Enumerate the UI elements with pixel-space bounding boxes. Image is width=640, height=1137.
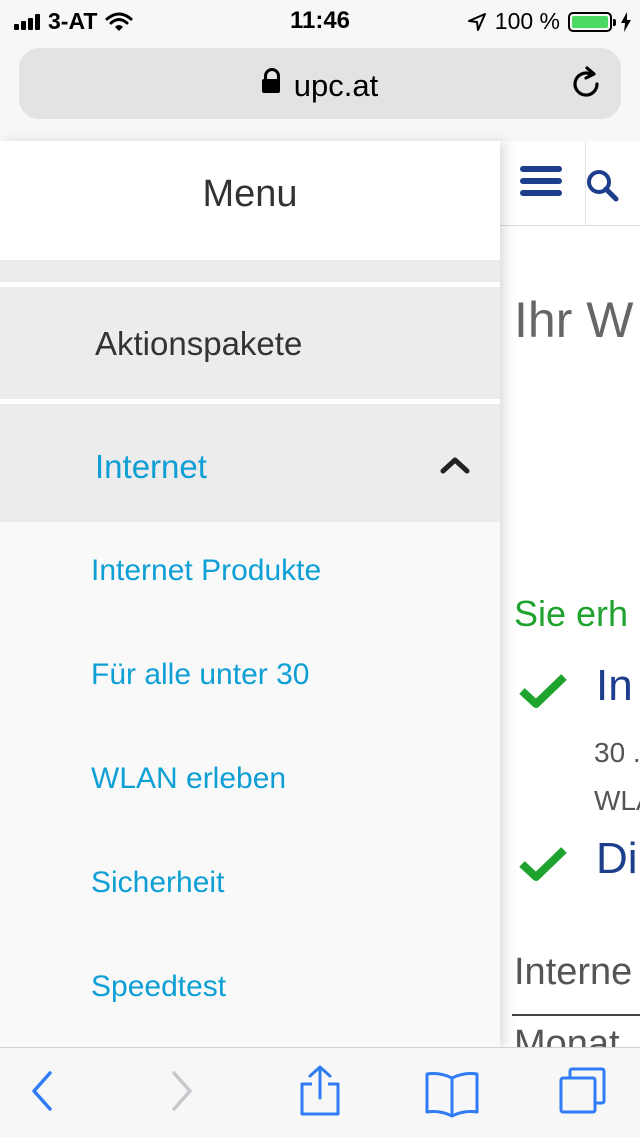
submenu-item-internet-produkte[interactable]: Internet Produkte [91, 554, 321, 588]
submenu-item-speedtest[interactable]: Speedtest [91, 970, 226, 1004]
submenu-item-wlan-erleben[interactable]: WLAN erleben [91, 762, 286, 796]
submenu-item-sicherheit[interactable]: Sicherheit [91, 866, 224, 900]
search-icon[interactable] [586, 169, 620, 203]
feature-title-2: Di [596, 834, 638, 883]
menu-item-label: Aktionspakete [95, 325, 303, 362]
page-title: Ihr W [514, 292, 634, 348]
page-content: Ihr W Sie erh In 30 . WLA Di Interne Mon… [500, 141, 640, 1047]
status-bar: 3-AT 11:46 100 % [0, 0, 640, 40]
location-arrow-icon [467, 12, 486, 31]
bookmarks-icon[interactable] [424, 1070, 480, 1118]
feature-1-line-1: 30 . [594, 737, 640, 768]
browser-address-area: upc.at [0, 40, 640, 142]
tabs-icon[interactable] [558, 1066, 608, 1116]
reload-icon[interactable] [568, 66, 604, 102]
battery-icon [568, 11, 616, 32]
url-label: upc.at [293, 68, 379, 103]
hamburger-menu-icon[interactable] [520, 166, 562, 200]
side-menu: Menu Aktionspakete Internet Internet Pro… [0, 141, 500, 1047]
menu-title: Menu [202, 173, 298, 215]
browser-toolbar [0, 1047, 640, 1137]
benefit-heading: Sie erh [514, 593, 629, 634]
submenu-item-fuer-alle-unter-30[interactable]: Für alle unter 30 [91, 658, 309, 692]
menu-item-label: Internet [95, 448, 207, 485]
checkmark-icon [519, 847, 567, 881]
menu-header: Menu [0, 141, 500, 260]
address-text[interactable]: upc.at [0, 67, 640, 104]
menu-item-aktionspakete[interactable]: Aktionspakete [0, 287, 500, 399]
status-right: 100 % [467, 8, 632, 35]
share-icon[interactable] [298, 1064, 342, 1118]
checkmark-icon [519, 674, 567, 708]
feature-title-1: In [596, 661, 633, 710]
section-label: Interne [514, 951, 633, 993]
battery-percent: 100 % [494, 8, 560, 34]
feature-1-line-2: WLA [594, 785, 640, 816]
section-divider [512, 1014, 640, 1016]
back-chevron-icon[interactable] [28, 1068, 56, 1114]
page-header [500, 141, 640, 226]
chevron-up-icon[interactable] [440, 456, 470, 474]
charging-bolt-icon [621, 11, 631, 32]
menu-item-internet[interactable]: Internet [0, 404, 500, 522]
section-footer-text: Monat [514, 1023, 620, 1047]
forward-chevron-icon[interactable] [168, 1068, 196, 1114]
lock-icon [261, 67, 280, 93]
